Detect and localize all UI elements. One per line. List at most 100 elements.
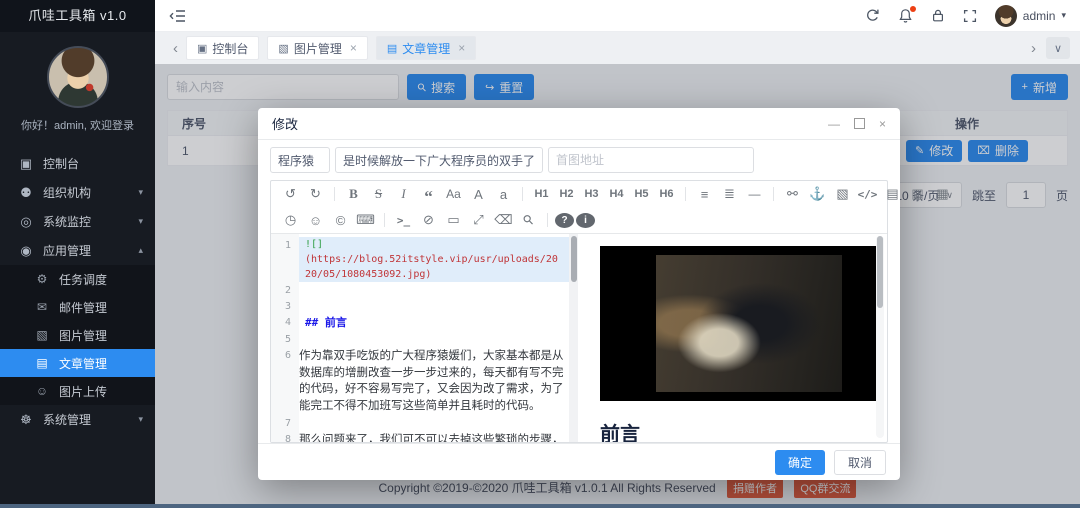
close-icon[interactable]: ×: [879, 117, 886, 131]
code-icon[interactable]: </>: [856, 184, 879, 204]
undo-icon[interactable]: ↺: [279, 184, 302, 204]
tabs-more-icon[interactable]: ∨: [1046, 37, 1070, 59]
sidebar-item-article-management[interactable]: ▤ 文章管理: [0, 349, 155, 377]
tab-image-management[interactable]: ▧ 图片管理 ×: [267, 36, 367, 60]
editor-line: 8 那么问题来了，我们可不可以去掉这些繁琐的步骤，把时间更多的放在提升自己的能力…: [271, 431, 569, 442]
sidebar-item-image-upload[interactable]: ☺ 图片上传: [0, 377, 155, 405]
sidebar-item-label: 邮件管理: [59, 299, 107, 316]
lowercase-icon[interactable]: a: [492, 184, 515, 204]
tabs-scroll-right-icon[interactable]: ›: [1031, 40, 1036, 57]
heading5-icon[interactable]: H5: [630, 184, 653, 204]
tab-dashboard[interactable]: ▣ 控制台: [186, 36, 259, 60]
lock-icon[interactable]: [931, 8, 945, 23]
author-field[interactable]: [270, 147, 330, 173]
bold-icon[interactable]: B: [342, 184, 365, 204]
sidebar-item-system-management[interactable]: ☸ 系统管理 ▾: [0, 405, 155, 434]
sidebar-item-label: 系统管理: [43, 411, 91, 428]
edit-article-modal: 修改 — × ↺↻BSI“AaAaH1H2H3H: [258, 108, 900, 480]
quote-icon[interactable]: “: [417, 181, 440, 207]
close-icon[interactable]: ×: [350, 41, 357, 55]
watch-icon[interactable]: ⊘: [417, 210, 440, 230]
minimize-icon[interactable]: —: [828, 117, 840, 131]
list-ul-icon[interactable]: ≡: [693, 184, 716, 204]
keyboard-icon[interactable]: ⌨: [354, 210, 377, 230]
editor-line: 3: [271, 298, 569, 314]
compass-icon: ◉: [18, 243, 34, 259]
horizontal-rule-icon[interactable]: —: [743, 184, 766, 204]
cancel-button[interactable]: 取消: [834, 450, 886, 475]
refresh-icon[interactable]: [865, 8, 880, 23]
info-icon[interactable]: i: [576, 213, 595, 228]
editor-scrollbar-thumb[interactable]: [571, 236, 577, 282]
heading2-icon[interactable]: H2: [555, 184, 578, 204]
image-icon[interactable]: ▧: [831, 184, 854, 204]
article-fields: [270, 147, 888, 173]
heading4-icon[interactable]: H4: [605, 184, 628, 204]
editor-line: 2: [271, 282, 569, 298]
strikethrough-icon[interactable]: S: [367, 184, 390, 204]
fullscreen-icon[interactable]: [963, 9, 977, 23]
cover-url-field[interactable]: [548, 147, 754, 173]
editor-source-pane[interactable]: 1 ![] (https://blog.52itstyle.vip/usr/up…: [271, 234, 569, 442]
ucwords-icon[interactable]: Aa: [442, 184, 465, 204]
emoji-icon[interactable]: ☺: [304, 210, 327, 230]
chevron-down-icon: ▾: [138, 187, 143, 198]
article-title-field[interactable]: [335, 147, 543, 173]
sidebar-item-dashboard[interactable]: ▣ 控制台: [0, 149, 155, 178]
sidebar-item-label: 系统监控: [43, 213, 91, 230]
heading1-icon[interactable]: H1: [530, 184, 553, 204]
editor-line: 6 作为靠双手吃饭的广大程序猿媛们，大家基本都是从数据库的增删改查一步一步过来的…: [271, 347, 569, 415]
table-icon[interactable]: ▦: [931, 184, 954, 204]
tab-label: 文章管理: [402, 40, 450, 57]
preview-scrollbar-thumb[interactable]: [877, 236, 883, 308]
search-icon[interactable]: ⚲: [513, 205, 543, 235]
preview-icon[interactable]: ▭: [442, 210, 465, 230]
sidebar-item-monitoring[interactable]: ◎ 系统监控 ▾: [0, 207, 155, 236]
datetime-icon[interactable]: ◷: [279, 210, 302, 230]
tabs-scroll-left-icon[interactable]: ‹: [173, 40, 178, 57]
chevron-up-icon: ▴: [138, 245, 143, 256]
fullscreen-icon[interactable]: ⤢: [467, 210, 490, 230]
preview-scrollbar: [876, 236, 884, 438]
sidebar-item-app-management[interactable]: ◉ 应用管理 ▴: [0, 236, 155, 265]
link-icon[interactable]: ⚯: [781, 184, 804, 204]
anchor-icon[interactable]: ⚓: [806, 184, 829, 204]
code-block-icon[interactable]: ▥: [906, 184, 929, 204]
bottom-edge-strip: [0, 504, 1080, 508]
notification-bell-icon[interactable]: [898, 8, 913, 24]
line-number: 2: [271, 282, 299, 298]
menu-collapse-icon[interactable]: [169, 9, 186, 23]
close-icon[interactable]: ×: [458, 41, 465, 55]
user-avatar-small: [995, 5, 1017, 27]
confirm-button[interactable]: 确定: [775, 450, 825, 475]
sidebar-item-task-scheduler[interactable]: ⚙ 任务调度: [0, 265, 155, 293]
line-number: 5: [271, 331, 299, 347]
heading3-icon[interactable]: H3: [580, 184, 603, 204]
redo-icon[interactable]: ↻: [304, 184, 327, 204]
heading6-icon[interactable]: H6: [655, 184, 678, 204]
tab-label: 图片管理: [294, 40, 342, 57]
clear-icon[interactable]: ⌫: [492, 210, 515, 230]
sidebar-item-organization[interactable]: ⚉ 组织机构 ▾: [0, 178, 155, 207]
maximize-icon[interactable]: [854, 118, 865, 129]
copyright-icon[interactable]: ©: [329, 210, 352, 230]
editor-line: 5: [271, 331, 569, 347]
editor-line: 4 ## 前言: [271, 314, 569, 331]
toolbar-divider: [685, 187, 686, 201]
help-icon[interactable]: ?: [555, 213, 574, 228]
uppercase-icon[interactable]: A: [467, 184, 490, 204]
sidebar-item-label: 应用管理: [43, 242, 91, 259]
sidebar-item-mail-management[interactable]: ✉ 邮件管理: [0, 293, 155, 321]
sidebar-item-image-management[interactable]: ▧ 图片管理: [0, 321, 155, 349]
goto-line-icon[interactable]: >_: [392, 210, 415, 230]
smiley-icon: ☺: [34, 384, 50, 398]
app-logo: 爪哇工具箱 v1.0: [0, 0, 155, 32]
list-ol-icon[interactable]: ≣: [718, 184, 741, 204]
user-menu[interactable]: admin ▾: [995, 5, 1066, 27]
tab-article-management[interactable]: ▤ 文章管理 ×: [376, 36, 476, 60]
editor-toolbar: ↺↻BSI“AaAaH1H2H3H4H5H6≡≣—⚯⚓▧</>▤▥▦ ◷☺©⌨>…: [271, 181, 887, 234]
preformatted-icon[interactable]: ▤: [881, 184, 904, 204]
tab-label: 控制台: [212, 40, 248, 57]
chevron-down-icon: ▾: [138, 414, 143, 425]
italic-icon[interactable]: I: [392, 184, 415, 204]
